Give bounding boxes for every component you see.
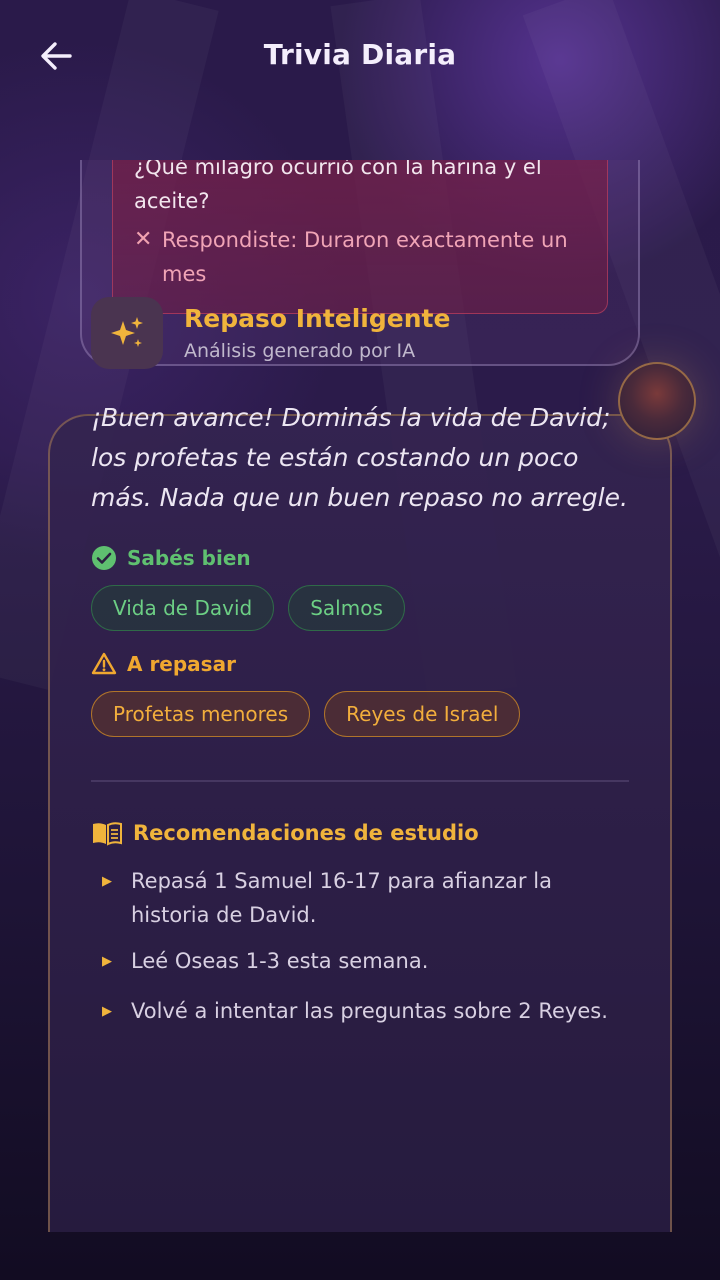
page-title: Trivia Diaria <box>263 38 457 71</box>
question-text: ¿Qué milagro ocurrió con la harina y el … <box>134 160 542 213</box>
weaknesses-label: A repasar <box>91 651 236 677</box>
bullet-icon: ▶ <box>102 1004 112 1019</box>
your-answer-row: ✕ Respondiste: Duraron exactamente un me… <box>134 223 594 291</box>
your-answer-text: Respondiste: Duraron exactamente un mes <box>162 228 568 286</box>
recommendation-item: ▶ Repasá 1 Samuel 16-17 para afianzar la… <box>91 864 631 932</box>
divider <box>91 780 629 782</box>
weaknesses-chips: Profetas menores Reyes de Israel <box>91 691 534 737</box>
topic-chip-reyes-de-israel[interactable]: Reyes de Israel <box>324 691 521 737</box>
header: Trivia Diaria <box>0 0 720 110</box>
topic-chip-profetas-menores[interactable]: Profetas menores <box>91 691 311 737</box>
topic-chip-salmos[interactable]: Salmos <box>288 585 405 631</box>
strengths-label-text: Sabés bien <box>127 546 251 570</box>
recommendation-text: Repasá 1 Samuel 16-17 para afianzar la h… <box>131 869 552 927</box>
recommendations-label-text: Recomendaciones de estudio <box>133 821 479 845</box>
check-circle-icon <box>91 545 117 571</box>
warning-icon <box>91 651 117 677</box>
recommendation-text: Volvé a intentar las preguntas sobre 2 R… <box>131 999 608 1023</box>
strengths-chips: Vida de David Salmos <box>91 585 419 631</box>
bullet-icon: ▶ <box>102 954 112 969</box>
review-title: Repaso Inteligente <box>184 304 451 333</box>
topic-chip-vida-de-david[interactable]: Vida de David <box>91 585 275 631</box>
review-summary: ¡Buen avance! Dominás la vida de David; … <box>91 403 628 512</box>
scroll-content[interactable]: ¿Qué milagro ocurrió con la harina y el … <box>0 160 720 1232</box>
recommendation-text: Leé Oseas 1-3 esta semana. <box>131 949 429 973</box>
sparkles-icon-box <box>91 297 163 369</box>
weaknesses-label-text: A repasar <box>127 652 236 676</box>
recommendations-label: Recomendaciones de estudio <box>91 820 479 846</box>
x-icon: ✕ <box>134 227 153 252</box>
bullet-icon: ▶ <box>102 874 112 889</box>
review-subtitle: Análisis generado por IA <box>184 340 416 362</box>
recommendation-item: ▶ Leé Oseas 1-3 esta semana. <box>91 944 631 978</box>
recommendation-item: ▶ Volvé a intentar las preguntas sobre 2… <box>91 994 631 1028</box>
strengths-label: Sabés bien <box>91 545 251 571</box>
sparkles-icon <box>111 317 143 347</box>
book-icon <box>91 820 123 846</box>
